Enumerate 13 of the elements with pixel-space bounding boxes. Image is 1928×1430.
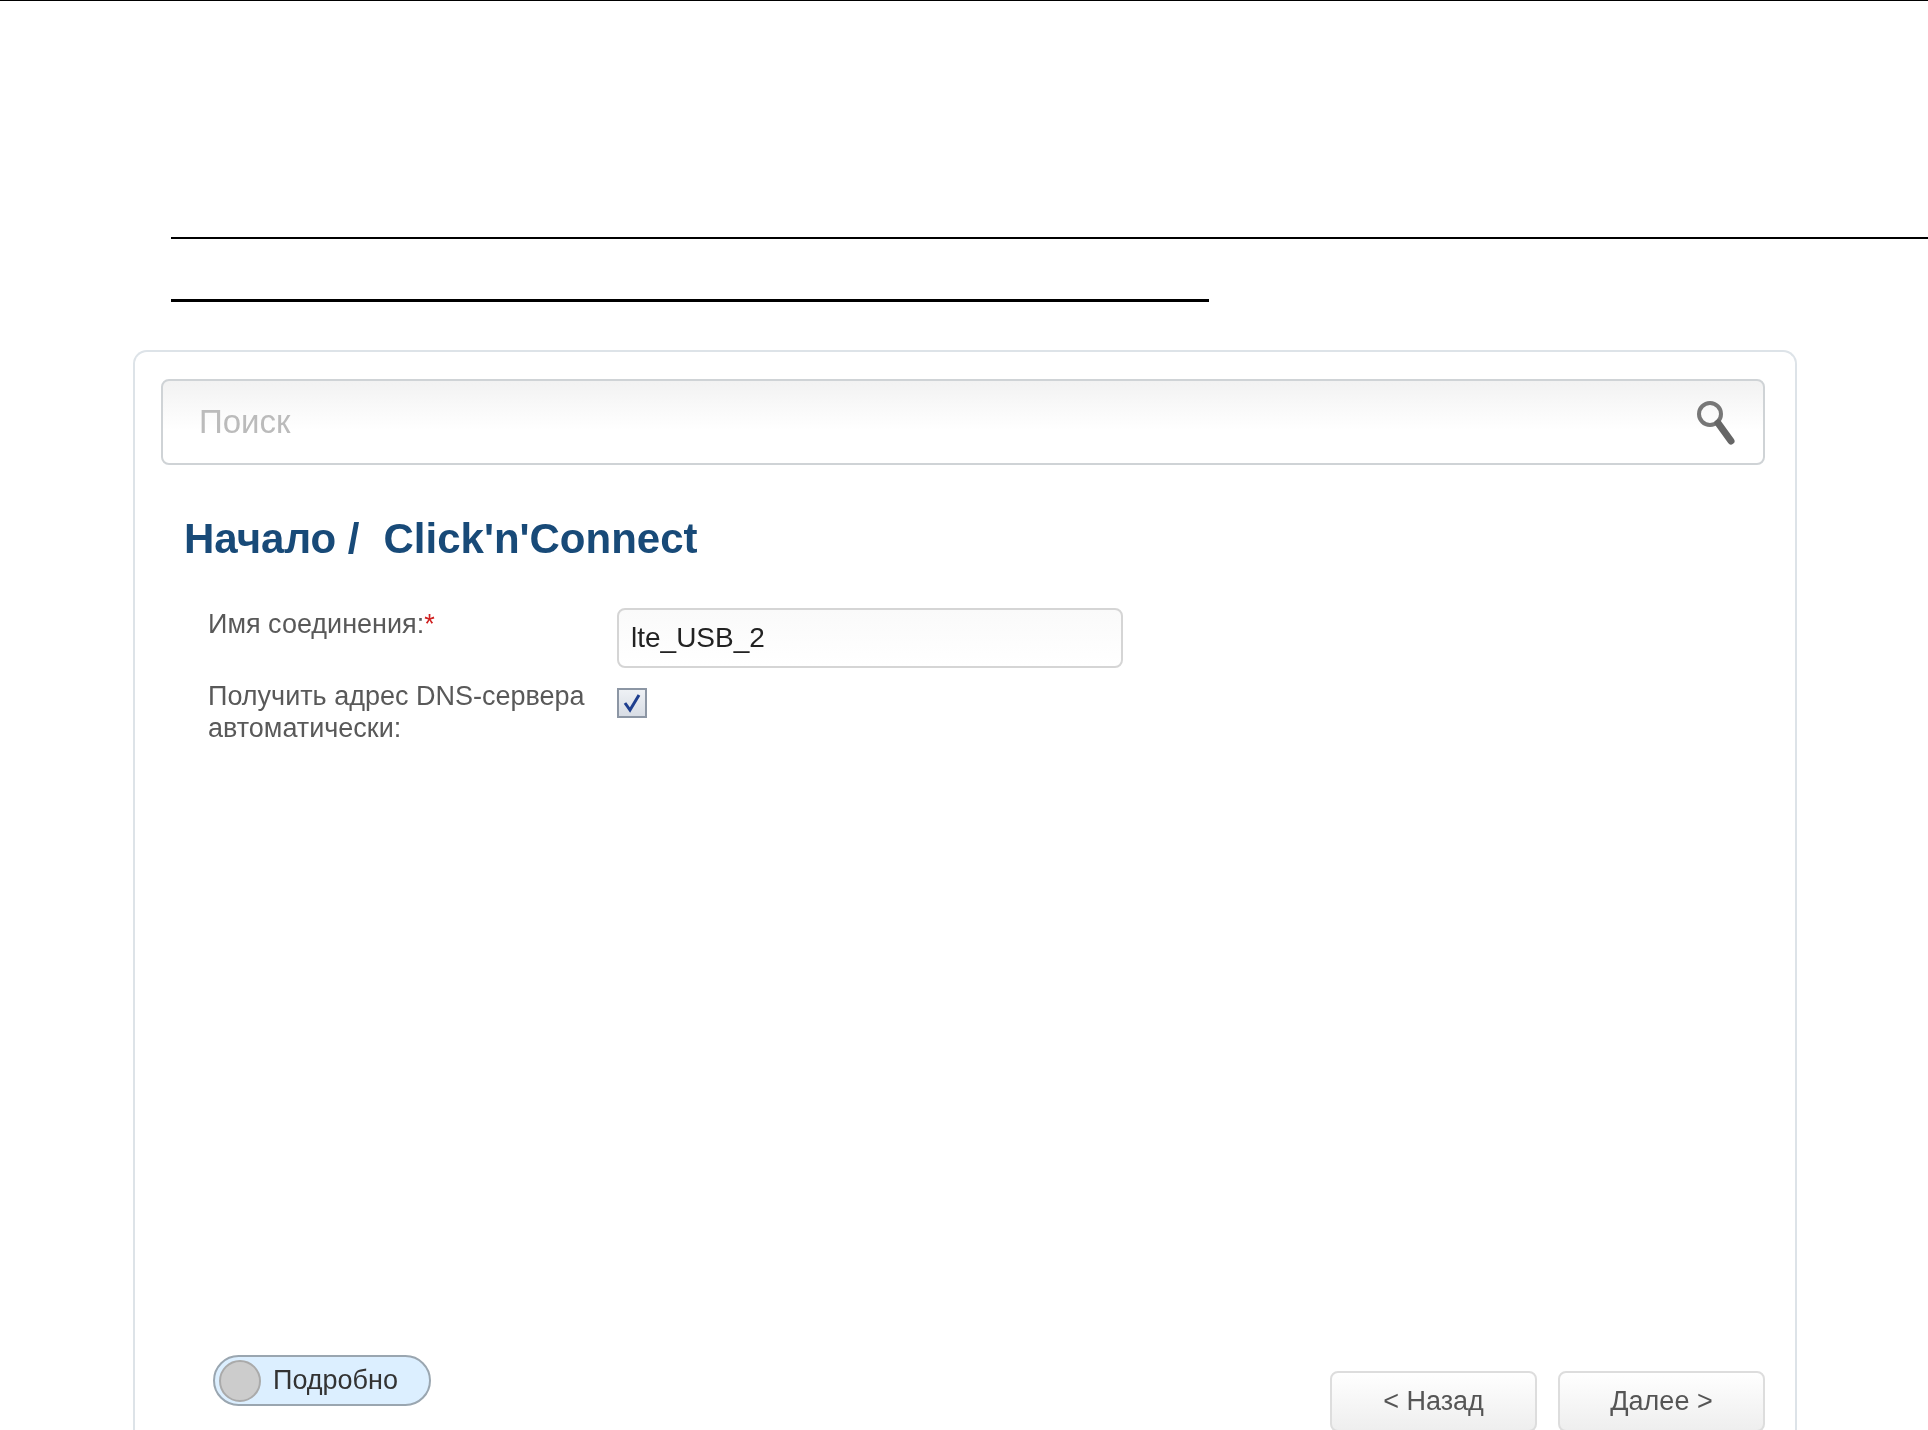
input-field[interactable]: lte_USB_2 bbox=[617, 608, 1123, 668]
page-title: Click'n'Connect bbox=[383, 514, 698, 564]
field-label: Получить адрес DNS-сервера автоматически: bbox=[208, 680, 586, 744]
breadcrumb-link[interactable]: Начало / bbox=[184, 507, 360, 570]
checkmark-icon bbox=[622, 693, 642, 713]
checkbox[interactable] bbox=[617, 688, 647, 718]
back-button[interactable]: < Назад bbox=[1330, 1371, 1537, 1430]
field-label: Имя соединения:* bbox=[208, 608, 436, 640]
search-field[interactable]: Поиск bbox=[161, 379, 1765, 465]
search-input[interactable]: Поиск bbox=[197, 396, 1695, 448]
search-icon bbox=[1695, 399, 1735, 445]
details-toggle[interactable]: Подробно bbox=[213, 1355, 431, 1406]
next-button[interactable]: Далее > bbox=[1558, 1371, 1765, 1430]
